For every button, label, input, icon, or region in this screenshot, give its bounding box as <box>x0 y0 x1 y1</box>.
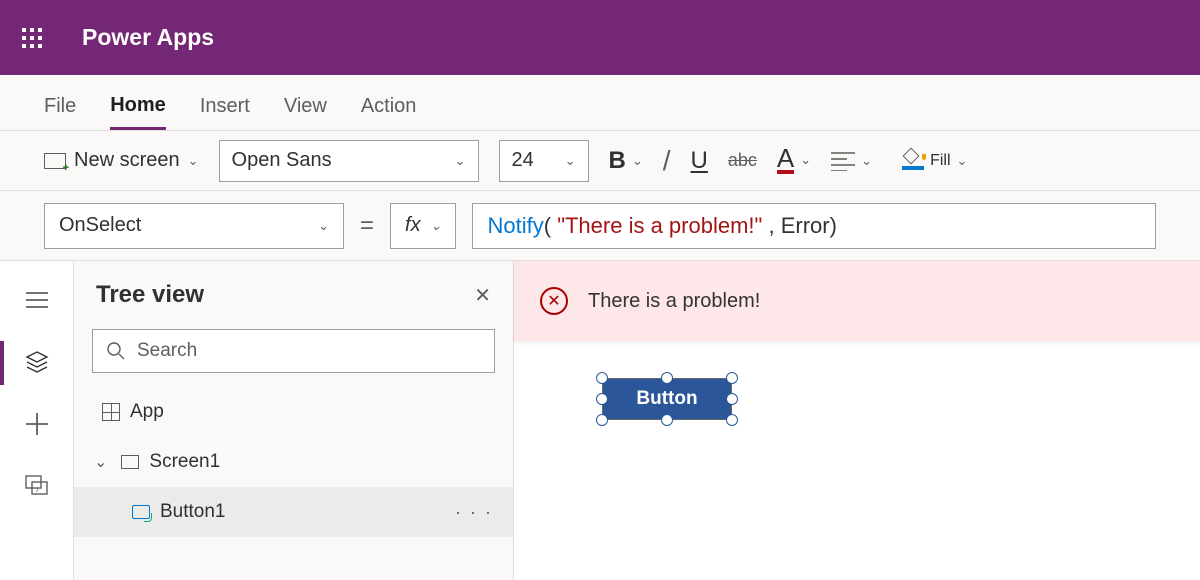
new-screen-label: New screen <box>74 149 180 172</box>
font-color-icon: A <box>777 147 794 174</box>
font-color-button[interactable]: A ⌄ <box>777 147 811 174</box>
align-icon <box>831 151 855 171</box>
tree-header: Tree view ✕ <box>74 261 513 325</box>
resize-handle[interactable] <box>726 372 738 384</box>
menu-action[interactable]: Action <box>361 95 417 130</box>
notification-bar: ✕ There is a problem! <box>514 261 1200 341</box>
left-rail: ♪ <box>0 261 74 580</box>
tree-item-app[interactable]: App <box>74 387 513 437</box>
menu-view[interactable]: View <box>284 95 327 130</box>
property-value: OnSelect <box>59 214 141 237</box>
chevron-down-icon: ⌄ <box>957 153 968 169</box>
italic-icon: / <box>663 145 671 177</box>
property-select[interactable]: OnSelect ⌄ <box>44 203 344 249</box>
hamburger-button[interactable] <box>22 285 52 315</box>
fill-button[interactable]: Fill ⌄ <box>902 152 967 170</box>
menu-insert[interactable]: Insert <box>200 95 250 130</box>
italic-button[interactable]: / <box>663 145 671 177</box>
insert-button[interactable] <box>22 409 52 439</box>
equals-sign: = <box>360 212 374 240</box>
screen-icon <box>121 455 139 469</box>
media-icon: ♪ <box>25 475 49 497</box>
fill-icon <box>902 152 924 170</box>
strikethrough-icon: abc <box>728 150 757 171</box>
app-icon <box>102 403 120 421</box>
more-icon[interactable]: · · · <box>455 502 493 523</box>
formula-fn: Notify <box>487 213 543 239</box>
menu-bar: File Home Insert View Action <box>0 75 1200 131</box>
body-area: ♪ Tree view ✕ Search App Screen1 Button1… <box>0 261 1200 580</box>
underline-button[interactable]: U <box>691 147 708 175</box>
app-title: Power Apps <box>82 24 214 51</box>
screen-icon <box>44 153 66 169</box>
button-icon <box>132 505 150 519</box>
search-placeholder: Search <box>137 340 197 362</box>
tree-item-label: App <box>130 401 164 423</box>
media-button[interactable]: ♪ <box>22 471 52 501</box>
menu-file[interactable]: File <box>44 95 76 130</box>
fx-icon: fx <box>405 214 421 237</box>
tree-item-label: Button1 <box>160 501 226 523</box>
resize-handle[interactable] <box>596 372 608 384</box>
new-screen-button[interactable]: New screen ⌄ <box>44 149 199 172</box>
tree-item-screen1[interactable]: Screen1 <box>74 437 513 487</box>
close-icon[interactable]: ✕ <box>474 283 491 308</box>
bold-icon: B <box>609 147 626 175</box>
chevron-down-icon: ⌄ <box>318 218 329 234</box>
tree-item-button1[interactable]: Button1 · · · <box>74 487 513 537</box>
resize-handle[interactable] <box>596 393 608 405</box>
resize-handle[interactable] <box>661 372 673 384</box>
plus-icon <box>26 413 48 435</box>
search-icon <box>107 342 125 360</box>
formula-input[interactable]: Notify( "There is a problem!" , Error) <box>472 203 1156 249</box>
resize-handle[interactable] <box>726 414 738 426</box>
chevron-down-icon: ⌄ <box>455 153 466 169</box>
chevron-down-icon: ⌄ <box>431 218 442 234</box>
chevron-down-icon: ⌄ <box>565 153 576 169</box>
font-family-value: Open Sans <box>232 149 332 172</box>
font-size-value: 24 <box>512 149 534 172</box>
tree-view-button[interactable] <box>22 347 52 377</box>
menu-home[interactable]: Home <box>110 94 166 130</box>
chevron-down-icon: ⌄ <box>632 153 643 169</box>
fx-button[interactable]: fx ⌄ <box>390 203 456 249</box>
tree-title: Tree view <box>96 281 204 309</box>
tree-item-label: Screen1 <box>149 451 220 473</box>
error-icon: ✕ <box>540 287 568 315</box>
search-input[interactable]: Search <box>92 329 495 373</box>
notification-text: There is a problem! <box>588 290 760 313</box>
strikethrough-button[interactable]: abc <box>728 150 757 171</box>
align-button[interactable]: ⌄ <box>831 151 872 171</box>
chevron-down-icon: ⌄ <box>861 153 872 169</box>
resize-handle[interactable] <box>596 414 608 426</box>
bold-button[interactable]: B ⌄ <box>609 147 643 175</box>
fill-label: Fill <box>930 152 950 170</box>
formula-arg2: Error <box>781 213 830 239</box>
svg-text:♪: ♪ <box>35 485 39 494</box>
font-size-select[interactable]: 24 ⌄ <box>499 140 589 182</box>
canvas[interactable]: ✕ There is a problem! Button <box>514 261 1200 580</box>
formula-bar: OnSelect ⌄ = fx ⌄ Notify( "There is a pr… <box>0 191 1200 261</box>
layers-icon <box>25 350 49 374</box>
chevron-down-icon: ⌄ <box>188 153 199 169</box>
font-family-select[interactable]: Open Sans ⌄ <box>219 140 479 182</box>
tree-pane: Tree view ✕ Search App Screen1 Button1 ·… <box>74 261 514 580</box>
canvas-button-label: Button <box>636 388 697 410</box>
resize-handle[interactable] <box>726 393 738 405</box>
formula-string: "There is a problem!" <box>557 213 762 239</box>
underline-icon: U <box>691 147 708 175</box>
canvas-button[interactable]: Button <box>602 378 732 420</box>
resize-handle[interactable] <box>661 414 673 426</box>
chevron-down-icon: ⌄ <box>800 152 811 168</box>
ribbon: New screen ⌄ Open Sans ⌄ 24 ⌄ B ⌄ / U ab… <box>0 131 1200 191</box>
waffle-icon[interactable] <box>22 28 42 48</box>
title-bar: Power Apps <box>0 0 1200 75</box>
